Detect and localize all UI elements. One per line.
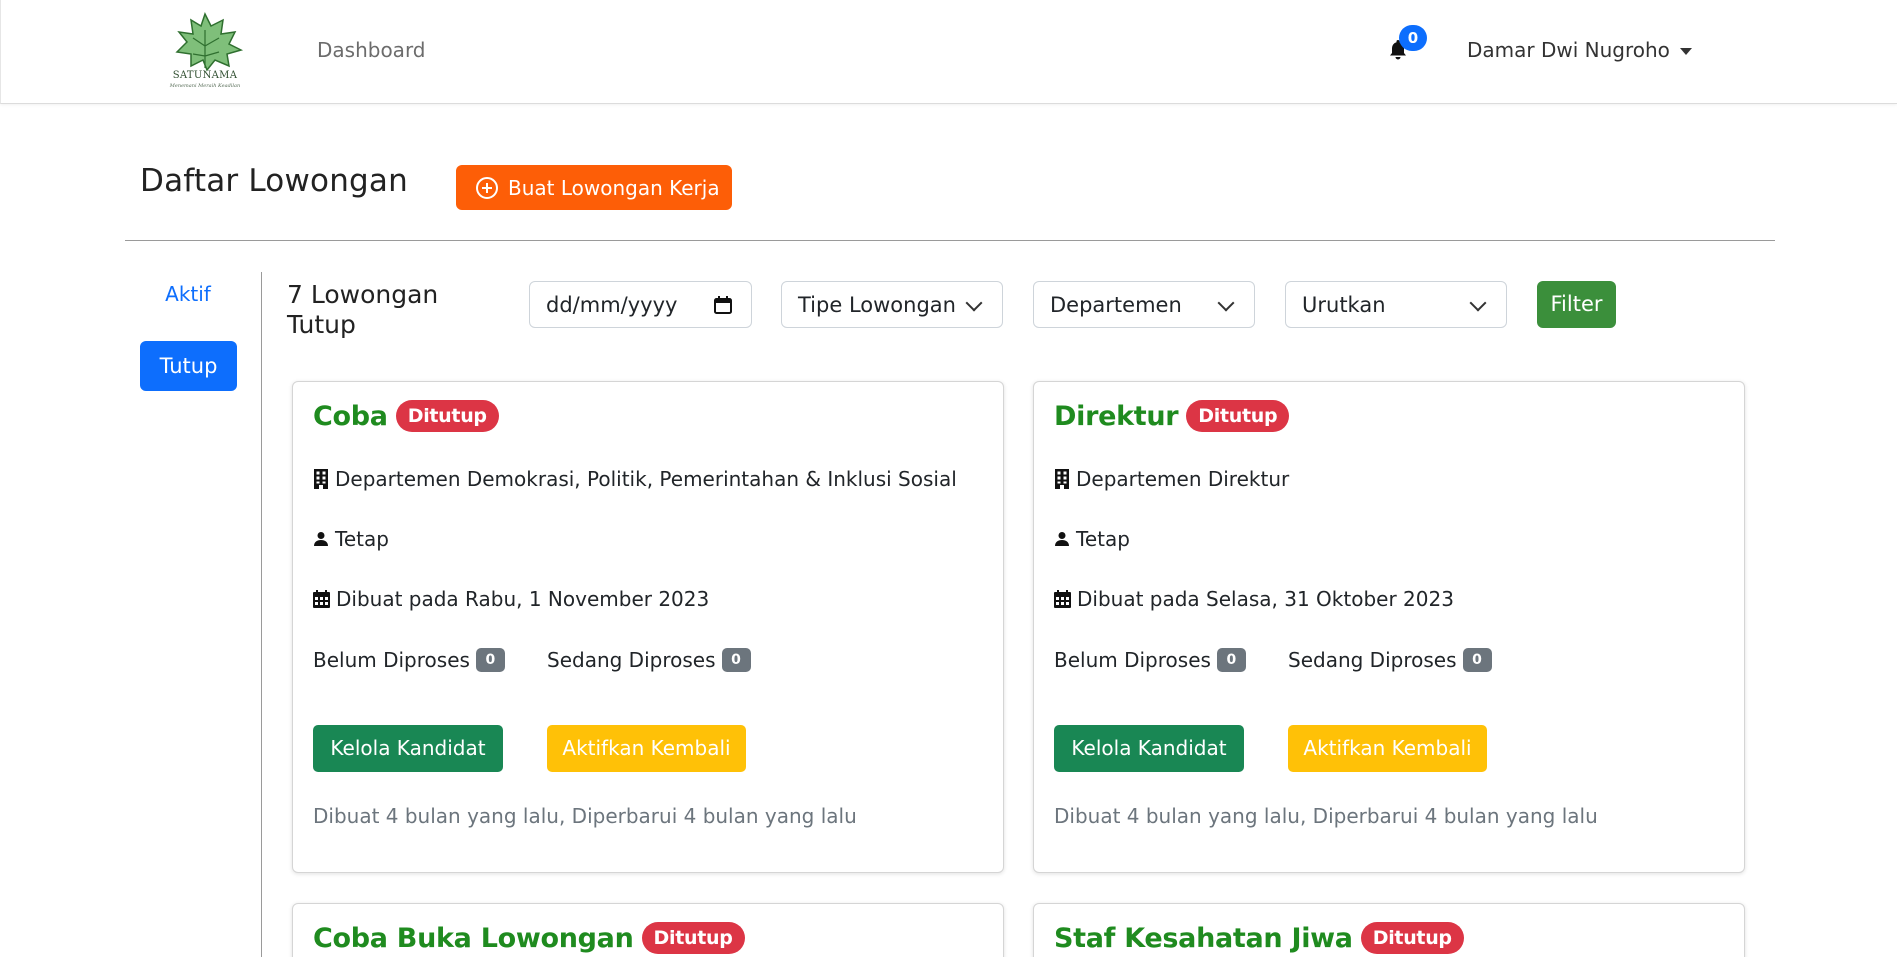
user-name: Damar Dwi Nugroho <box>1467 38 1670 62</box>
created-date-row: Dibuat pada Selasa, 31 Oktober 2023 <box>1054 587 1454 611</box>
processing-label: Sedang Diproses <box>547 648 716 672</box>
job-type-text: Tetap <box>1076 527 1130 551</box>
calendar-icon <box>1054 590 1071 608</box>
processing-stat: Sedang Diproses 0 <box>547 648 751 672</box>
person-icon <box>314 532 328 546</box>
card-timestamps: Dibuat 4 bulan yang lalu, Diperbarui 4 b… <box>1054 804 1598 828</box>
person-icon <box>1055 532 1069 546</box>
caret-down-icon <box>1679 48 1692 55</box>
job-title[interactable]: Coba Buka Lowongan <box>313 923 634 954</box>
job-card-title: Coba Ditutup <box>313 400 499 432</box>
date-filter-input[interactable]: dd/mm/yyyy <box>529 281 752 328</box>
create-job-button[interactable]: Buat Lowongan Kerja <box>456 165 732 210</box>
department-row: Departemen Direktur <box>1054 467 1289 491</box>
plus-circle-icon <box>476 176 498 199</box>
header-divider <box>125 240 1775 241</box>
top-navbar: SATUNAMA Menemani Meraih Keadilan Dashbo… <box>0 0 1897 104</box>
sort-value: Urutkan <box>1302 292 1386 317</box>
unprocessed-label: Belum Diproses <box>1054 648 1211 672</box>
status-badge: Ditutup <box>641 922 745 954</box>
job-type-row: Tetap <box>1054 527 1130 551</box>
leaf-logo-icon <box>175 12 244 72</box>
calendar-icon <box>313 590 330 608</box>
department-text: Departemen Direktur <box>1076 467 1290 491</box>
department-value: Departemen <box>1050 292 1182 317</box>
tab-tutup[interactable]: Tutup <box>140 341 237 391</box>
notification-count-badge: 0 <box>1399 25 1427 51</box>
unprocessed-count-badge: 0 <box>475 648 505 672</box>
unprocessed-count-badge: 0 <box>1216 648 1246 672</box>
nav-dashboard-link[interactable]: Dashboard <box>317 38 426 62</box>
department-text: Departemen Demokrasi, Politik, Pemerinta… <box>335 467 957 491</box>
building-icon <box>314 469 328 489</box>
job-type-value: Tipe Lowongan <box>798 292 956 317</box>
department-row: Departemen Demokrasi, Politik, Pemerinta… <box>313 467 957 491</box>
created-date-text: Dibuat pada Rabu, 1 November 2023 <box>336 587 710 611</box>
job-card-title: Staf Kesahatan Jiwa Ditutup <box>1054 922 1464 954</box>
processing-label: Sedang Diproses <box>1288 648 1457 672</box>
sort-select[interactable]: Urutkan <box>1285 281 1507 328</box>
manage-candidates-button[interactable]: Kelola Kandidat <box>1054 725 1244 772</box>
department-select[interactable]: Departemen <box>1033 281 1255 328</box>
job-card: Staf Kesahatan Jiwa Ditutup <box>1033 903 1745 957</box>
filter-button[interactable]: Filter <box>1537 281 1616 328</box>
logo-text: SATUNAMA <box>172 70 238 81</box>
job-card: Coba Buka Lowongan Ditutup <box>292 903 1004 957</box>
tab-aktif[interactable]: Aktif <box>140 282 236 312</box>
status-badge: Ditutup <box>1186 400 1290 432</box>
chevron-down-icon <box>1217 294 1235 312</box>
status-badge: Ditutup <box>1360 922 1464 954</box>
page-title: Daftar Lowongan <box>140 163 408 199</box>
logo-tagline: Menemani Meraih Keadilan <box>169 83 241 89</box>
unprocessed-stat: Belum Diproses 0 <box>313 648 505 672</box>
job-card: Coba Ditutup Departemen Demokrasi, Polit… <box>292 381 1004 873</box>
processing-count-badge: 0 <box>1462 648 1492 672</box>
processing-stat: Sedang Diproses 0 <box>1288 648 1492 672</box>
created-date-text: Dibuat pada Selasa, 31 Oktober 2023 <box>1077 587 1454 611</box>
unprocessed-label: Belum Diproses <box>313 648 470 672</box>
reactivate-button[interactable]: Aktifkan Kembali <box>547 725 746 772</box>
sidebar-divider <box>261 272 262 957</box>
job-card: Direktur Ditutup Departemen Direktur Tet… <box>1033 381 1745 873</box>
status-badge: Ditutup <box>395 400 499 432</box>
calendar-picker-icon[interactable] <box>713 295 733 315</box>
building-icon <box>1055 469 1069 489</box>
job-title[interactable]: Staf Kesahatan Jiwa <box>1054 923 1353 954</box>
job-type-select[interactable]: Tipe Lowongan <box>781 281 1003 328</box>
date-placeholder: dd/mm/yyyy <box>546 292 678 317</box>
closed-jobs-count: 7 Lowongan Tutup <box>287 280 439 339</box>
job-type-text: Tetap <box>335 527 389 551</box>
job-title[interactable]: Coba <box>313 401 388 432</box>
chevron-down-icon <box>1469 294 1487 312</box>
job-type-row: Tetap <box>313 527 389 551</box>
manage-candidates-button[interactable]: Kelola Kandidat <box>313 725 503 772</box>
job-card-title: Direktur Ditutup <box>1054 400 1290 432</box>
user-menu-dropdown[interactable]: Damar Dwi Nugroho <box>1467 38 1692 62</box>
chevron-down-icon <box>965 294 983 312</box>
job-title[interactable]: Direktur <box>1054 401 1179 432</box>
job-card-title: Coba Buka Lowongan Ditutup <box>313 922 745 954</box>
unprocessed-stat: Belum Diproses 0 <box>1054 648 1246 672</box>
reactivate-button[interactable]: Aktifkan Kembali <box>1288 725 1487 772</box>
create-job-label: Buat Lowongan Kerja <box>508 175 720 200</box>
created-date-row: Dibuat pada Rabu, 1 November 2023 <box>313 587 709 611</box>
satunama-logo[interactable]: SATUNAMA Menemani Meraih Keadilan <box>165 10 245 92</box>
processing-count-badge: 0 <box>721 648 751 672</box>
card-timestamps: Dibuat 4 bulan yang lalu, Diperbarui 4 b… <box>313 804 857 828</box>
